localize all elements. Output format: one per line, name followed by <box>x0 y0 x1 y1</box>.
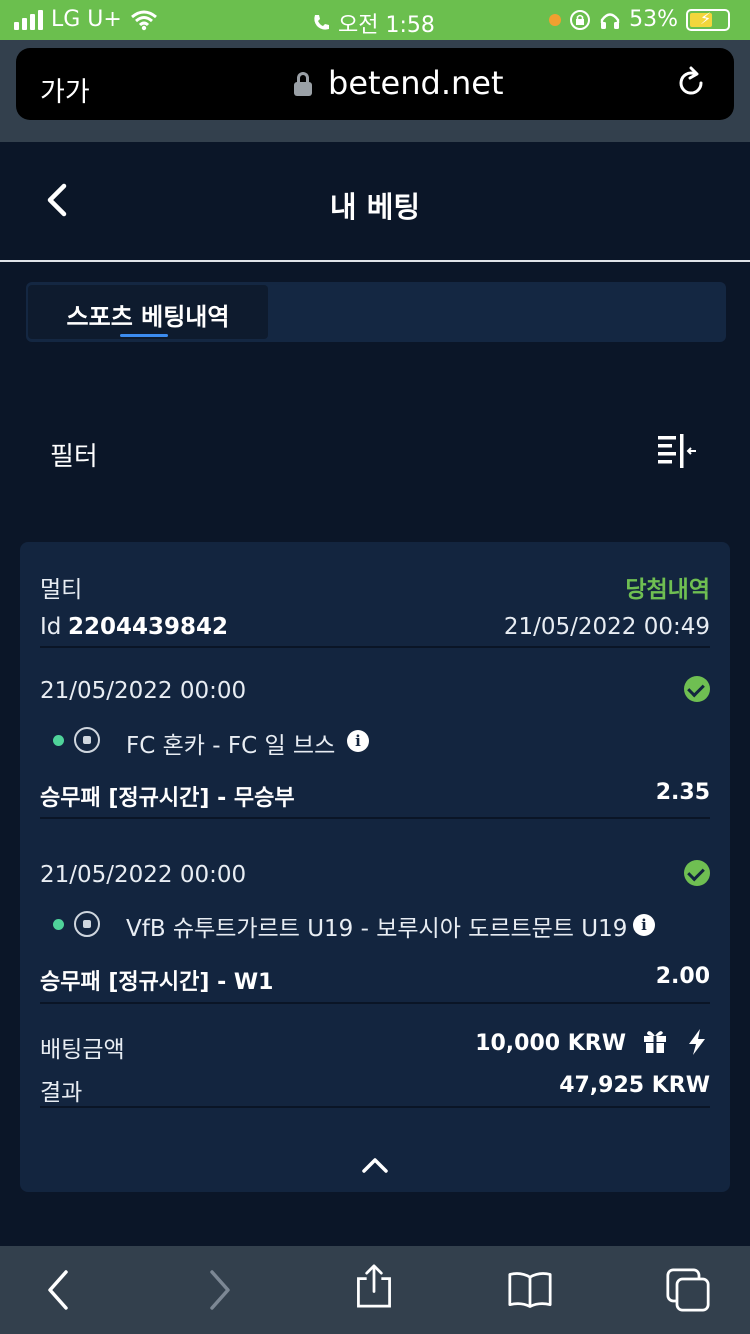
bet-type: 멀티 <box>40 577 83 603</box>
tab-bar: 스포츠 베팅내역 <box>26 282 726 342</box>
header-divider <box>0 260 750 262</box>
selection-market: 승무패 [정규시간] - 무승부 <box>40 786 295 811</box>
browser-address-area: 가가 betend.net <box>0 40 750 142</box>
phone-icon <box>314 15 329 30</box>
chevron-up-icon[interactable] <box>361 1156 389 1174</box>
headphones-icon <box>600 12 620 29</box>
divider <box>40 817 710 819</box>
info-icon[interactable]: i <box>347 730 369 752</box>
lock-icon <box>294 72 312 96</box>
bet-placed-at: 21/05/2022 00:49 <box>503 614 710 640</box>
divider <box>40 1106 710 1108</box>
info-icon[interactable]: i <box>633 914 655 936</box>
carrier-label: LG U+ <box>51 7 122 32</box>
battery-icon: ⚡ <box>686 8 730 31</box>
address-bar[interactable]: 가가 betend.net <box>16 48 734 120</box>
tab-label: 스포츠 베팅내역 <box>66 303 230 331</box>
divider <box>40 646 710 648</box>
page-header: 내 베팅 <box>0 142 750 260</box>
selection-datetime: 21/05/2022 00:00 <box>40 862 247 888</box>
selection-match: VfB 슈투트가르트 U19 - 보루시아 도르트문트 U19 <box>126 916 628 942</box>
share-icon[interactable] <box>352 1264 396 1308</box>
gift-icon <box>644 1031 666 1053</box>
filter-label[interactable]: 필터 <box>50 436 98 473</box>
wifi-icon <box>130 10 157 30</box>
status-center: 오전 1:58 <box>312 7 435 39</box>
status-right: 53% ⚡ <box>549 7 730 32</box>
selection-datetime: 21/05/2022 00:00 <box>40 678 247 704</box>
selection-odds: 2.00 <box>655 964 710 989</box>
selection-odds: 2.35 <box>655 780 710 805</box>
status-left: LG U+ <box>14 7 158 32</box>
stake-label: 배팅금액 <box>40 1037 125 1063</box>
browser-back-icon[interactable] <box>38 1268 82 1312</box>
bookmarks-icon[interactable] <box>508 1268 552 1312</box>
tab-sports-betting-history[interactable]: 스포츠 베팅내역 <box>28 285 268 339</box>
live-dot-icon <box>53 919 64 930</box>
orientation-lock-icon <box>570 9 591 30</box>
bet-id-label: Id <box>40 614 62 640</box>
selection-market: 승무패 [정규시간] - W1 <box>40 970 274 995</box>
soccer-ball-icon <box>74 727 100 753</box>
bet-status: 당첨내역 <box>625 577 710 603</box>
bet-card: 멀티 당첨내역 Id 2204439842 21/05/2022 00:49 2… <box>20 542 730 1192</box>
url-text[interactable]: betend.net <box>328 64 504 102</box>
result-label: 결과 <box>40 1080 83 1106</box>
signal-icon <box>14 9 43 30</box>
clock-label: 오전 1:58 <box>338 13 435 38</box>
won-check-icon <box>684 676 710 702</box>
divider <box>40 1002 710 1004</box>
battery-percent: 53% <box>629 7 678 32</box>
lightning-icon <box>689 1029 705 1055</box>
won-check-icon <box>684 860 710 886</box>
text-size-button[interactable]: 가가 <box>40 70 90 109</box>
live-dot-icon <box>53 735 64 746</box>
tabs-icon[interactable] <box>666 1268 710 1312</box>
status-bar: LG U+ 오전 1:58 53% ⚡ <box>0 0 750 40</box>
browser-forward-icon[interactable] <box>196 1268 240 1312</box>
page-title: 내 베팅 <box>329 190 421 224</box>
reload-icon[interactable] <box>674 66 708 100</box>
stake-value: 10,000 KRW <box>475 1031 626 1056</box>
soccer-ball-icon <box>74 911 100 937</box>
result-value: 47,925 KRW <box>559 1073 710 1098</box>
bet-id-value: 2204439842 <box>68 614 229 640</box>
recording-dot-icon <box>549 13 562 26</box>
selection-match: FC 혼카 - FC 일 브스 <box>126 733 336 759</box>
filter-collapse-icon[interactable] <box>656 434 700 470</box>
browser-toolbar <box>0 1246 750 1334</box>
tab-active-indicator <box>120 334 168 337</box>
